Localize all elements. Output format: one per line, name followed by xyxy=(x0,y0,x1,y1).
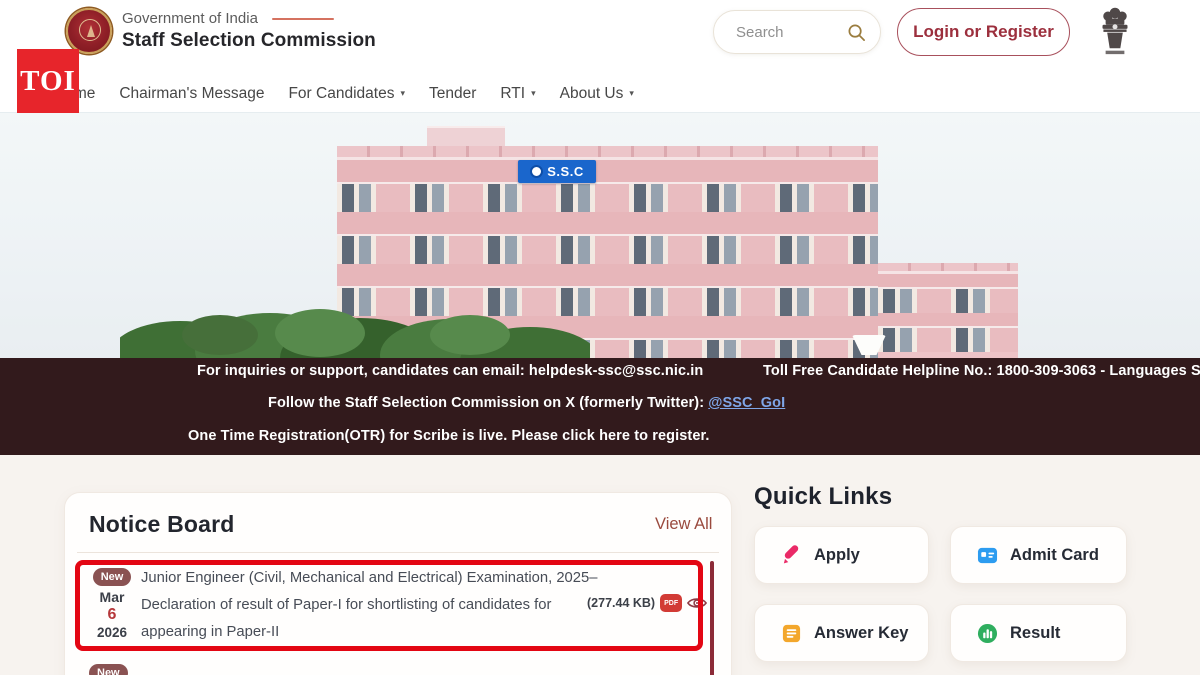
building-penthouse xyxy=(427,126,505,148)
notice-board-title: Notice Board xyxy=(89,511,235,538)
nav-item-rti[interactable]: RTI ▾ xyxy=(500,85,535,103)
ssc-sign-logo-icon xyxy=(530,165,543,178)
notice-scrollbar[interactable] xyxy=(710,561,714,675)
search-input[interactable] xyxy=(736,24,847,41)
gov-line-decor xyxy=(272,18,334,20)
chevron-down-icon: ▾ xyxy=(629,89,634,98)
search-box[interactable] xyxy=(713,10,881,54)
nav-item-chairmans-message[interactable]: Chairman's Message xyxy=(119,85,264,103)
site-header: Government of India Staff Selection Comm… xyxy=(0,0,1200,75)
main-nav: Home Chairman's Message For Candidates ▾… xyxy=(0,75,1200,113)
nav-item-about-us[interactable]: About Us ▾ xyxy=(560,85,634,103)
ssc-twitter-link[interactable]: @SSC_GoI xyxy=(708,395,785,411)
search-icon[interactable] xyxy=(847,23,866,42)
quick-link-result[interactable]: Result xyxy=(950,604,1127,662)
nav-item-tender[interactable]: Tender xyxy=(429,85,476,103)
new-badge: New xyxy=(89,664,128,675)
quick-links-section: Quick Links Apply Admit xyxy=(754,483,1134,662)
ssc-building-sign: S.S.C xyxy=(518,160,596,183)
toi-watermark: TOI xyxy=(17,49,79,113)
notice-board-card: Notice Board View All New Mar 6 2026 Jun… xyxy=(64,492,732,675)
nav-item-for-candidates[interactable]: For Candidates ▾ xyxy=(288,85,405,103)
banner-otr-text: One Time Registration(OTR) for Scribe is… xyxy=(188,428,710,446)
trees xyxy=(120,263,590,358)
hero-building-image: S.S.C xyxy=(0,113,1200,358)
page: Government of India Staff Selection Comm… xyxy=(0,0,1200,675)
bar-chart-icon xyxy=(977,623,998,644)
quick-link-apply[interactable]: Apply xyxy=(754,526,929,584)
chevron-down-icon: ▾ xyxy=(531,89,536,98)
quick-link-admit-card[interactable]: Admit Card xyxy=(950,526,1127,584)
info-banner: For inquiries or support, candidates can… xyxy=(0,358,1200,455)
chevron-down-icon: ▾ xyxy=(400,89,405,98)
banner-helpline-text: Toll Free Candidate Helpline No.: 1800-3… xyxy=(763,363,1200,381)
divider xyxy=(77,552,719,553)
pen-icon xyxy=(781,545,802,566)
banner-twitter-text: Follow the Staff Selection Commission on… xyxy=(268,395,785,413)
list-icon xyxy=(781,623,802,644)
national-emblem-icon xyxy=(1096,6,1134,56)
banner-email-text: For inquiries or support, candidates can… xyxy=(197,363,703,381)
building-right-wing xyxy=(878,263,1018,358)
login-register-button[interactable]: Login or Register xyxy=(897,8,1070,56)
gov-label: Government of India xyxy=(122,10,258,27)
red-highlight-annotation xyxy=(75,560,703,651)
brand: Government of India Staff Selection Comm… xyxy=(66,8,376,54)
org-name: Staff Selection Commission xyxy=(122,30,376,52)
view-all-link[interactable]: View All xyxy=(655,515,712,534)
quick-links-title: Quick Links xyxy=(754,483,1134,511)
id-card-icon xyxy=(977,545,998,566)
ssc-seal-logo xyxy=(66,8,112,54)
quick-link-answer-key[interactable]: Answer Key xyxy=(754,604,929,662)
content-area: Notice Board View All New Mar 6 2026 Jun… xyxy=(0,455,1200,675)
